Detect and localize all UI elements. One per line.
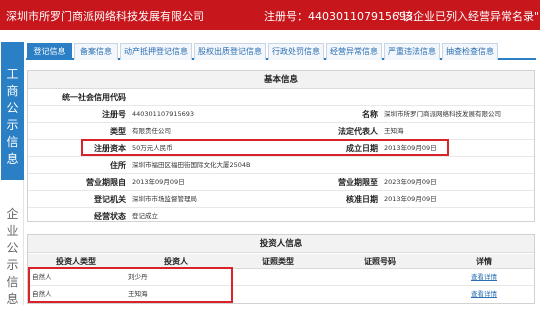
investor-name-cell: 王知海 — [128, 290, 148, 298]
capital-value: 50万元人民币 — [132, 144, 173, 152]
basic-info-title: 基本信息 — [28, 71, 534, 89]
legal-rep-label: 法定代表人 — [338, 127, 378, 136]
authority-value: 深圳市市场监督管理局 — [132, 195, 197, 203]
sidebar-business-info[interactable]: 工商公示信息 — [1, 42, 24, 180]
table-row: 自然人 王知海 查看详情 — [28, 287, 534, 303]
col-investor-name: 投资人 — [164, 257, 188, 266]
tab-serious-violation[interactable]: 严重违法信息 — [384, 43, 440, 60]
credit-code-label: 统一社会信用代码 — [62, 93, 126, 102]
tab-spot-check[interactable]: 抽查检查信息 — [442, 43, 498, 60]
id-number-cell — [332, 287, 428, 302]
reg-no-label: 注册号 — [102, 110, 126, 119]
row-capital: 注册资本 50万元人民币 成立日期 2013年09月09日 — [28, 141, 534, 157]
investor-type-cell: 自然人 — [32, 290, 52, 298]
row-reg-no: 注册号 440301107915693 名称 深圳市所罗门商派网络科技发展有限公… — [28, 107, 534, 123]
investor-title: 投资人信息 — [28, 235, 534, 253]
row-authority: 登记机关 深圳市市场监督管理局 核准日期 2013年09月09日 — [28, 192, 534, 208]
investor-name-cell: 刘少丹 — [128, 273, 148, 281]
col-id-type: 证照类型 — [262, 257, 294, 266]
col-id-number: 证照号码 — [364, 257, 396, 266]
col-investor-type: 投资人类型 — [56, 257, 96, 266]
sidebar-enterprise-info-label: 企业公示信息 — [6, 207, 19, 306]
view-detail-link[interactable]: 查看详情 — [432, 287, 536, 302]
investor-type-cell: 自然人 — [32, 273, 52, 281]
term-from-label: 营业期限自 — [86, 178, 126, 187]
term-to-value: 2023年09月09日 — [384, 178, 437, 186]
col-detail: 详情 — [476, 257, 492, 266]
row-term: 营业期限自 2013年09月09日 营业期限至 2023年09月09日 — [28, 175, 534, 191]
investor-panel: 投资人信息 投资人类型 投资人 证照类型 证照号码 详情 自然人 刘少丹 查看详… — [27, 234, 535, 304]
term-from-value: 2013年09月09日 — [132, 178, 185, 186]
est-date-label: 成立日期 — [346, 144, 378, 153]
reg-no-value: 440301107915693 — [132, 110, 195, 118]
row-credit-code: 统一社会信用代码 — [28, 90, 534, 106]
sidebar-enterprise-info[interactable]: 企业公示信息 — [1, 180, 24, 306]
row-status: 经营状态 登记成立 — [28, 209, 534, 225]
view-detail-link[interactable]: 查看详情 — [432, 270, 536, 285]
status-value: 登记成立 — [132, 212, 158, 220]
company-name-value: 深圳市所罗门商派网络科技发展有限公司 — [384, 110, 501, 118]
est-date-value: 2013年09月09日 — [384, 144, 437, 152]
row-address: 住所 深圳市福田区福田街国际文化大厦2504B — [28, 158, 534, 174]
id-type-cell — [232, 270, 328, 285]
registration-number: 注册号：440301107915693 — [264, 10, 413, 23]
address-label: 住所 — [110, 161, 126, 170]
table-row: 自然人 刘少丹 查看详情 — [28, 270, 534, 286]
term-to-label: 营业期限至 — [338, 178, 378, 187]
basic-info-panel: 基本信息 统一社会信用代码 注册号 440301107915693 名称 深圳市… — [27, 70, 535, 222]
tab-bar: 登记信息 备案信息 动产抵押登记信息 股权出质登记信息 行政处罚信息 经营异常信… — [26, 42, 536, 60]
investor-table-header: 投资人类型 投资人 证照类型 证照号码 详情 — [28, 254, 534, 269]
approval-date-label: 核准日期 — [346, 195, 378, 204]
status-label: 经营状态 — [94, 212, 126, 221]
sidebar-business-info-label: 工商公示信息 — [6, 67, 19, 166]
company-name-label: 名称 — [362, 110, 378, 119]
tab-chattel-mortgage[interactable]: 动产抵押登记信息 — [120, 43, 192, 60]
id-number-cell — [332, 270, 428, 285]
row-type: 类型 有限责任公司 法定代表人 王知海 — [28, 124, 534, 140]
tab-equity-pledge[interactable]: 股权出质登记信息 — [194, 43, 266, 60]
type-label: 类型 — [110, 127, 126, 136]
address-value: 深圳市福田区福田街国际文化大厦2504B — [132, 161, 251, 169]
authority-label: 登记机关 — [94, 195, 126, 204]
type-value: 有限责任公司 — [132, 127, 171, 135]
legal-rep-value: 王知海 — [384, 127, 404, 135]
company-name: 深圳市所罗门商派网络科技发展有限公司 — [6, 10, 204, 23]
tab-admin-penalty[interactable]: 行政处罚信息 — [268, 43, 324, 60]
approval-date-value: 2013年09月09日 — [384, 195, 437, 203]
id-type-cell — [232, 287, 328, 302]
credit-code-value — [132, 90, 282, 105]
capital-label: 注册资本 — [94, 144, 126, 153]
tab-registration-info[interactable]: 登记信息 — [27, 43, 72, 60]
tab-abnormal-operation[interactable]: 经营异常信息 — [326, 43, 382, 60]
tab-filing-info[interactable]: 备案信息 — [74, 43, 118, 60]
